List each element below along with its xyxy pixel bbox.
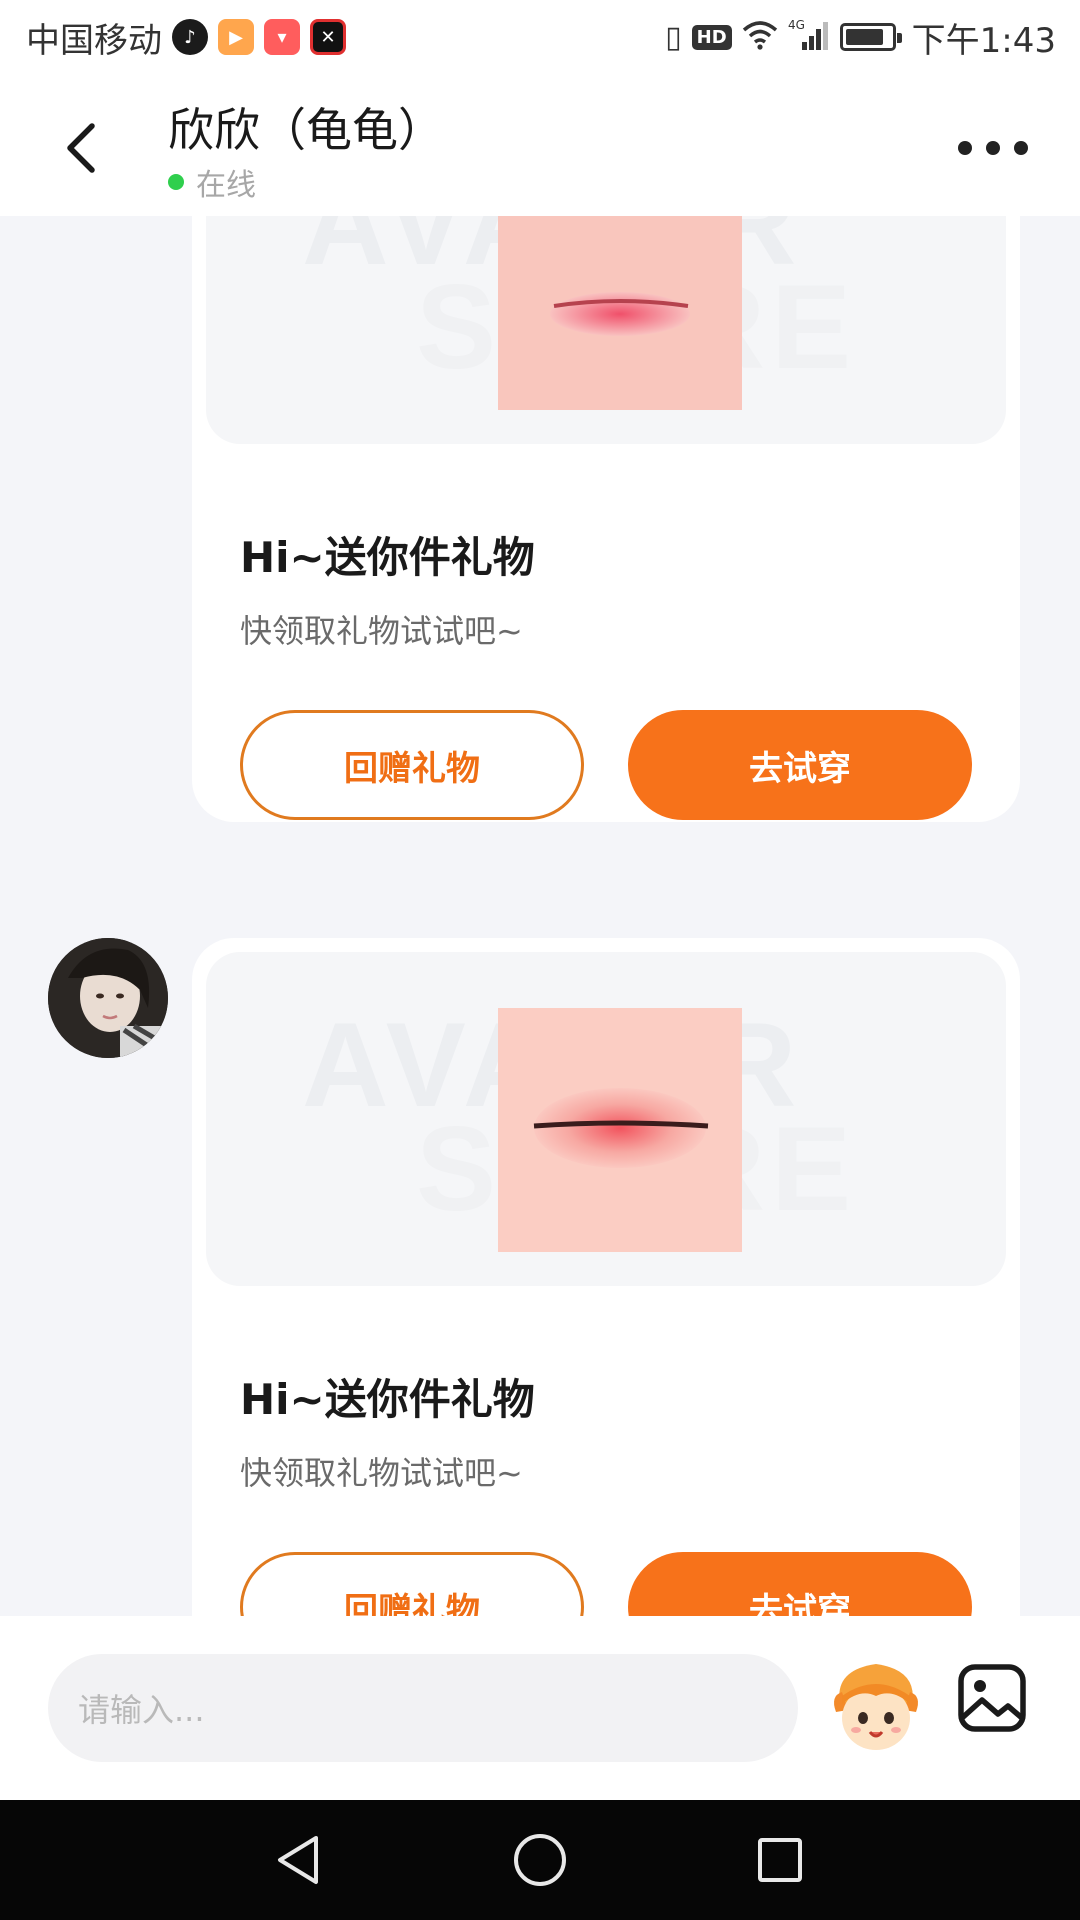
network-type: 4G: [788, 18, 805, 32]
battery-icon: [839, 23, 902, 51]
online-dot-icon: [168, 174, 184, 190]
back-arrow-icon: [67, 123, 95, 173]
nav-recent-button[interactable]: [750, 1830, 810, 1890]
return-gift-button[interactable]: 回赠礼物: [240, 1552, 584, 1616]
more-icon-dot: [986, 141, 1000, 155]
nav-back-icon: [278, 1836, 318, 1884]
contact-name: 欣欣（龟龟）: [168, 103, 444, 157]
return-gift-button[interactable]: 回赠礼物: [240, 710, 584, 820]
nav-back-button[interactable]: [270, 1830, 330, 1890]
video-app-icon: ▶: [218, 19, 254, 55]
image-button[interactable]: [956, 1662, 1028, 1734]
gift-image-panel: AVATAR STORE: [206, 952, 1006, 1286]
wifi-icon: [742, 20, 778, 54]
emoji-button[interactable]: [830, 1652, 922, 1762]
image-icon: [958, 1664, 1026, 1732]
try-on-button[interactable]: 去试穿: [628, 710, 972, 820]
carrier-name: 中国移动: [26, 20, 162, 61]
contact-avatar[interactable]: [48, 938, 168, 1058]
signal-icon: 4G: [788, 18, 830, 56]
hd-icon: HD: [691, 24, 732, 50]
message-input[interactable]: 请输入...: [48, 1654, 798, 1762]
battery-fill: [845, 29, 884, 45]
gift-image-panel: AVATAR STORE: [206, 216, 1006, 444]
gift-lips-image: [498, 216, 742, 410]
vibrate-icon: ▯: [665, 19, 682, 55]
online-status: 在线: [168, 160, 256, 204]
message-input-bar: 请输入...: [0, 1616, 1080, 1800]
system-navigation-bar: [0, 1800, 1080, 1920]
online-status-text: 在线: [196, 168, 256, 203]
nav-home-button[interactable]: [510, 1830, 570, 1890]
tiktok-icon: ♪: [172, 19, 208, 55]
nav-recent-icon: [758, 1838, 802, 1882]
emoji-mascot-icon: [834, 1664, 918, 1750]
gift-subtitle: 快领取礼物试试吧~: [240, 1454, 523, 1492]
back-button[interactable]: [52, 118, 112, 178]
status-right: ▯ HD 4G 下午1:43: [665, 13, 1056, 62]
gift-title: Hi~送你件礼物: [240, 1375, 535, 1424]
gift-subtitle: 快领取礼物试试吧~: [240, 612, 523, 650]
capcut-icon: ✕: [310, 19, 346, 55]
status-left: 中国移动 ♪ ▶ ▾ ✕: [26, 13, 346, 62]
status-bar: 中国移动 ♪ ▶ ▾ ✕ ▯ HD 4G 下午1:43: [0, 0, 1080, 74]
try-on-button[interactable]: 去试穿: [628, 1552, 972, 1616]
avatar-portrait: [48, 938, 168, 1058]
chat-message-list[interactable]: AVATAR STORE: [0, 216, 1080, 1616]
clock: 下午1:43: [911, 20, 1056, 61]
gift-lips-image: [498, 1008, 742, 1252]
shop-app-icon: ▾: [264, 19, 300, 55]
gift-title: Hi~送你件礼物: [240, 533, 535, 582]
gift-card: AVATAR STORE: [192, 216, 1020, 822]
more-icon: [958, 141, 972, 155]
more-button[interactable]: [958, 128, 1028, 168]
nav-home-icon: [514, 1834, 566, 1886]
gift-card: AVATAR STORE: [192, 938, 1020, 1616]
more-icon-dot: [1014, 141, 1028, 155]
chat-header: 欣欣（龟龟） 在线: [0, 74, 1080, 216]
